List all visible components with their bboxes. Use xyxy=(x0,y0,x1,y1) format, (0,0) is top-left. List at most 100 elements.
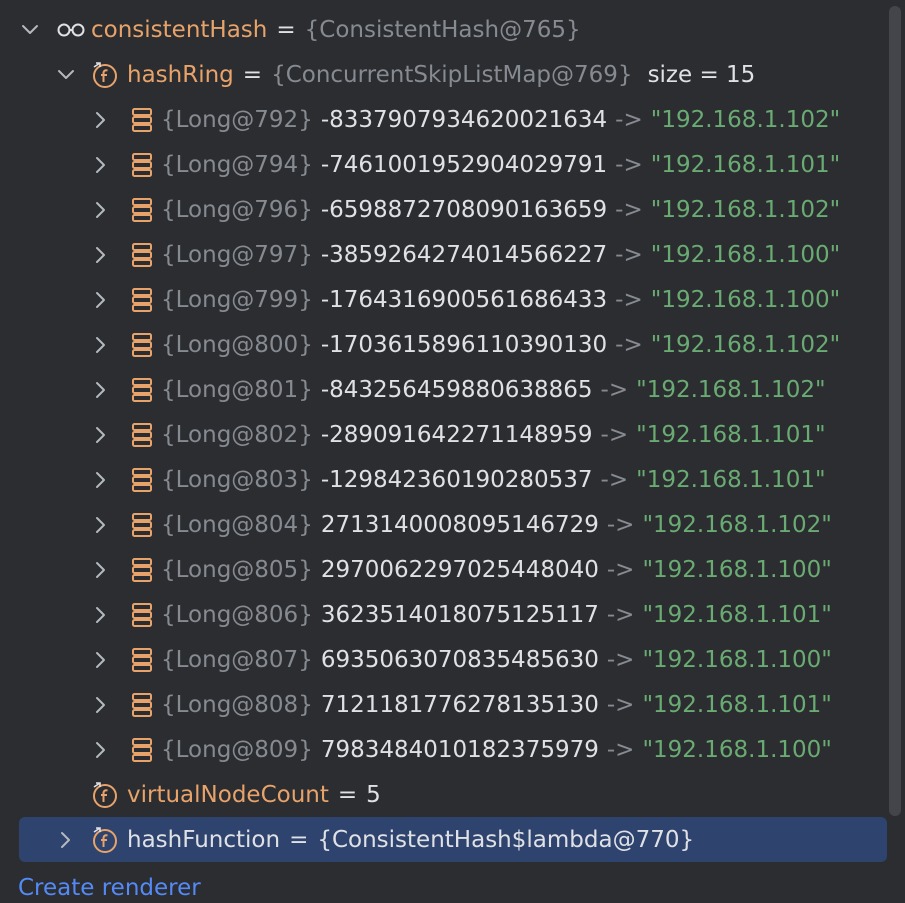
entry-key-type: {Long@807} xyxy=(161,646,313,673)
entry-value-string: "192.168.1.101" xyxy=(636,421,826,448)
entry-arrow: -> xyxy=(615,106,643,133)
map-entry-icon xyxy=(131,376,153,404)
variable-row-consistent-hash[interactable]: consistentHash = {ConsistentHash@765} xyxy=(0,7,890,52)
entry-key-type: {Long@802} xyxy=(161,421,313,448)
entry-arrow: -> xyxy=(615,241,643,268)
map-entry-row[interactable]: {Long@796} -6598872708090163659 -> "192.168… xyxy=(0,187,890,232)
chevron-right-icon[interactable] xyxy=(89,243,113,267)
map-entry-row[interactable]: {Long@809} 7983484010182375979 -> "192.168.… xyxy=(0,727,890,772)
variable-row-hash-function[interactable]: hashFunction = {ConsistentHash$lambda@77… xyxy=(19,817,887,862)
entry-key-value: -1764316900561686433 xyxy=(320,286,608,313)
entry-value-string: "192.168.1.100" xyxy=(642,556,832,583)
equals-sign: = xyxy=(276,16,296,43)
entry-value-string: "192.168.1.100" xyxy=(642,646,832,673)
entry-arrow: -> xyxy=(606,691,635,718)
entry-value-string: "192.168.1.102" xyxy=(650,106,841,133)
entry-value-string: "192.168.1.102" xyxy=(650,196,841,223)
map-entry-row[interactable]: {Long@805} 2970062297025448040 -> "192.168.… xyxy=(0,547,890,592)
entry-key-value: -7461001952904029791 xyxy=(320,151,608,178)
entry-value-string: "192.168.1.100" xyxy=(650,241,841,268)
entry-arrow: -> xyxy=(606,601,635,628)
entry-value-string: "192.168.1.102" xyxy=(642,511,832,538)
chevron-right-icon[interactable] xyxy=(89,648,113,672)
entry-key-type: {Long@799} xyxy=(161,286,313,313)
map-entry-icon xyxy=(131,646,153,674)
entry-key-type: {Long@803} xyxy=(161,466,313,493)
chevron-right-icon[interactable] xyxy=(89,693,113,717)
variable-row-virtual-node-count[interactable]: virtualNodeCount = 5 xyxy=(0,772,890,817)
entry-arrow: -> xyxy=(600,466,629,493)
map-entry-row[interactable]: {Long@801} -843256459880638865 -> "192.168.… xyxy=(0,367,890,412)
entry-arrow: -> xyxy=(615,331,643,358)
entry-value-string: "192.168.1.102" xyxy=(636,376,826,403)
chevron-right-icon[interactable] xyxy=(89,333,113,357)
map-entry-icon xyxy=(131,106,153,134)
map-entry-row[interactable]: {Long@808} 7121181776278135130 -> "192.168.… xyxy=(0,682,890,727)
chevron-right-icon[interactable] xyxy=(89,603,113,627)
entry-arrow: -> xyxy=(606,556,635,583)
entry-key-value: -129842360190280537 xyxy=(320,466,593,493)
entry-key-type: {Long@805} xyxy=(161,556,313,583)
map-entry-row[interactable]: {Long@800} -1703615896110390130 -> "192.168… xyxy=(0,322,890,367)
entry-arrow: -> xyxy=(606,736,635,763)
entry-key-value: -289091642271148959 xyxy=(320,421,593,448)
chevron-right-icon[interactable] xyxy=(89,513,113,537)
map-entry-icon xyxy=(131,151,153,179)
map-entry-icon xyxy=(131,556,153,584)
chevron-right-icon[interactable] xyxy=(89,468,113,492)
entry-key-value: 3623514018075125117 xyxy=(320,601,599,628)
chevron-right-icon[interactable] xyxy=(89,153,113,177)
map-entry-icon xyxy=(131,466,153,494)
chevron-down-icon[interactable] xyxy=(18,18,42,42)
chevron-right-icon[interactable] xyxy=(54,828,78,852)
map-entry-row[interactable]: {Long@797} -3859264274014566227 -> "192.168… xyxy=(0,232,890,277)
chevron-right-icon[interactable] xyxy=(89,423,113,447)
variable-row-hash-ring[interactable]: hashRing = {ConcurrentSkipListMap@769} s… xyxy=(0,52,890,97)
map-entry-row[interactable]: {Long@807} 6935063070835485630 -> "192.168.… xyxy=(0,637,890,682)
map-entry-row[interactable]: {Long@804} 2713140008095146729 -> "192.168.… xyxy=(0,502,890,547)
field-f-icon xyxy=(91,781,119,809)
entry-key-value: -843256459880638865 xyxy=(320,376,593,403)
entry-value-string: "192.168.1.101" xyxy=(636,466,826,493)
map-entry-row[interactable]: {Long@802} -289091642271148959 -> "192.168.… xyxy=(0,412,890,457)
variable-value: {ConsistentHash$lambda@770} xyxy=(317,826,695,853)
field-f-icon xyxy=(91,61,119,89)
entry-key-type: {Long@801} xyxy=(161,376,313,403)
entry-key-type: {Long@800} xyxy=(161,331,313,358)
map-entry-row[interactable]: {Long@794} -7461001952904029791 -> "192.168… xyxy=(0,142,890,187)
chevron-down-icon[interactable] xyxy=(54,63,78,87)
entry-key-type: {Long@796} xyxy=(161,196,313,223)
entry-key-value: -8337907934620021634 xyxy=(320,106,608,133)
map-entry-icon xyxy=(131,241,153,269)
entry-key-type: {Long@804} xyxy=(161,511,313,538)
equals-sign: = xyxy=(289,826,309,853)
map-entry-row[interactable]: {Long@803} -129842360190280537 -> "192.168.… xyxy=(0,457,890,502)
field-f-icon xyxy=(91,826,119,854)
entry-value-string: "192.168.1.102" xyxy=(650,331,841,358)
chevron-right-icon[interactable] xyxy=(89,288,113,312)
entry-value-string: "192.168.1.101" xyxy=(650,151,841,178)
entry-key-type: {Long@797} xyxy=(161,241,313,268)
map-entry-row[interactable]: {Long@792} -8337907934620021634 -> "192.168… xyxy=(0,97,890,142)
map-entry-row[interactable]: {Long@806} 3623514018075125117 -> "192.168.… xyxy=(0,592,890,637)
entry-value-string: "192.168.1.100" xyxy=(650,286,841,313)
entry-arrow: -> xyxy=(615,286,643,313)
vertical-scrollbar[interactable] xyxy=(889,6,901,816)
entry-arrow: -> xyxy=(600,421,629,448)
create-renderer-link[interactable]: Create renderer xyxy=(18,875,201,901)
entry-key-value: -3859264274014566227 xyxy=(320,241,608,268)
entry-arrow: -> xyxy=(615,196,643,223)
entry-arrow: -> xyxy=(606,511,635,538)
chevron-right-icon[interactable] xyxy=(89,378,113,402)
chevron-right-icon[interactable] xyxy=(89,738,113,762)
map-entry-icon xyxy=(131,331,153,359)
map-entry-icon xyxy=(131,511,153,539)
chevron-right-icon[interactable] xyxy=(89,108,113,132)
size-label: size = 15 xyxy=(647,61,756,88)
variable-type: {ConsistentHash@765} xyxy=(304,16,581,43)
entry-key-type: {Long@794} xyxy=(161,151,313,178)
map-entry-icon xyxy=(131,691,153,719)
chevron-right-icon[interactable] xyxy=(89,558,113,582)
map-entry-row[interactable]: {Long@799} -1764316900561686433 -> "192.168… xyxy=(0,277,890,322)
chevron-right-icon[interactable] xyxy=(89,198,113,222)
